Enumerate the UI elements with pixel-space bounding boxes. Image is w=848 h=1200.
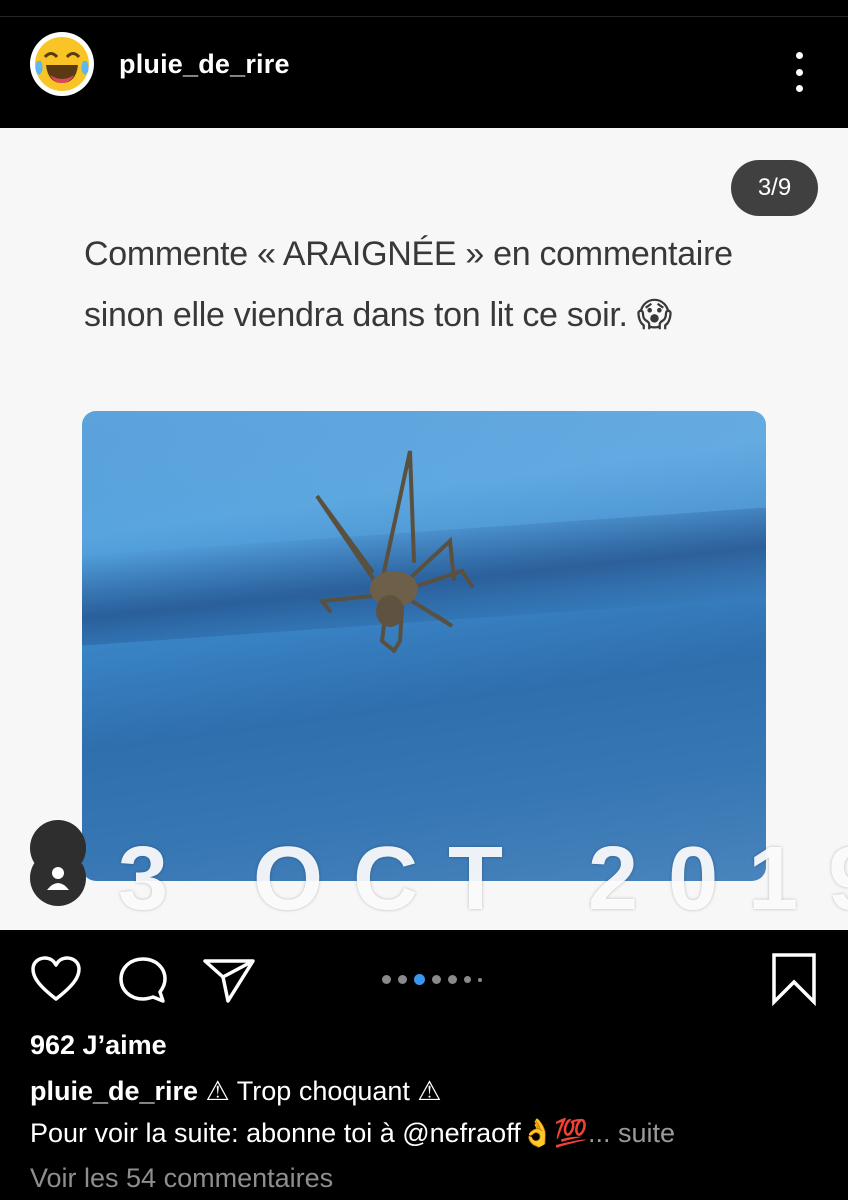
carousel-dot: [432, 975, 441, 984]
bookmark-icon[interactable]: [770, 952, 818, 1006]
spider-icon: [315, 450, 474, 653]
more-vertical-icon: [795, 52, 803, 59]
carousel-dots: [382, 974, 482, 985]
caption-username[interactable]: pluie_de_rire: [30, 1076, 198, 1106]
view-comments-link[interactable]: Voir les 54 commentaires: [30, 1163, 333, 1194]
laughing-crying-emoji-icon: [35, 37, 89, 91]
more-vertical-icon-dot: [795, 68, 803, 76]
user-tag-button[interactable]: [30, 850, 86, 906]
caption-line-1: pluie_de_rire ⚠ Trop choquant ⚠: [30, 1076, 442, 1107]
top-divider: [0, 16, 848, 17]
instagram-post-view: pluie_de_rire 3/9 Commente « ARAIGNÉE » …: [0, 0, 848, 1200]
more-vertical-icon-dot: [795, 85, 803, 92]
comment-bubble-icon[interactable]: [117, 955, 169, 1005]
send-icon[interactable]: [202, 955, 256, 1005]
carousel-dot-active: [414, 974, 425, 985]
spider-photo: [82, 411, 766, 881]
person-icon: [47, 867, 69, 890]
caption-body: Pour voir la suite: abonne toi à @nefrao…: [30, 1118, 588, 1148]
carousel-dot: [478, 977, 482, 982]
meme-caption-text: Commente « ARAIGNÉE » en commentaire sin…: [84, 235, 733, 334]
likes-count[interactable]: 962 J’aime: [30, 1030, 167, 1061]
photo-date-stamp: 3 OCT 2019: [118, 829, 848, 929]
caption-line-2: Pour voir la suite: abonne toi à @nefrao…: [30, 1117, 675, 1149]
action-bar: [0, 930, 848, 1030]
carousel-dot: [448, 975, 457, 984]
carousel-dot: [464, 976, 471, 983]
heart-icon[interactable]: [30, 955, 82, 1003]
avatar[interactable]: [30, 32, 94, 96]
carousel-dot: [398, 975, 407, 984]
caption-title: ⚠ Trop choquant ⚠: [198, 1076, 442, 1106]
caption-more-link[interactable]: ... suite: [588, 1118, 675, 1148]
carousel-counter: 3/9: [731, 160, 818, 216]
more-options-button[interactable]: [788, 52, 810, 92]
carousel-dot: [382, 975, 391, 984]
header-username[interactable]: pluie_de_rire: [119, 49, 290, 80]
post-header: pluie_de_rire: [0, 0, 848, 128]
post-media[interactable]: 3/9 Commente « ARAIGNÉE » en commentaire…: [0, 128, 848, 930]
